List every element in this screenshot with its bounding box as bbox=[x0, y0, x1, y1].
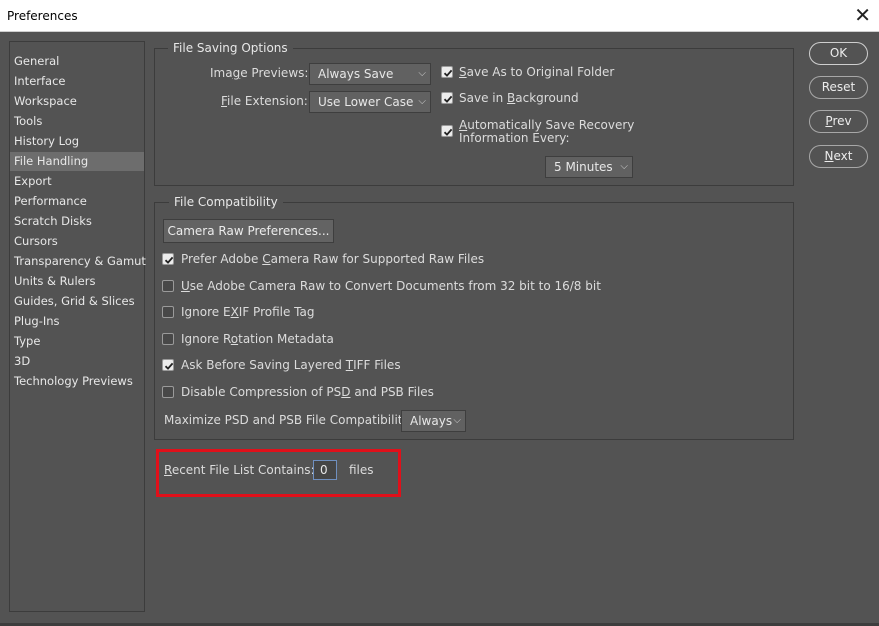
sidebar-item-interface[interactable]: Interface bbox=[10, 72, 144, 91]
sidebar-item-performance[interactable]: Performance bbox=[10, 192, 144, 211]
disable-compression-label[interactable]: Disable Compression of PSD and PSB Files bbox=[181, 385, 434, 399]
ask-before-saving-tiff-label[interactable]: Ask Before Saving Layered TIFF Files bbox=[181, 358, 401, 372]
recent-files-suffix: files bbox=[349, 463, 374, 477]
sidebar-item-3d[interactable]: 3D bbox=[10, 352, 144, 371]
ignore-rotation-label[interactable]: Ignore Rotation Metadata bbox=[181, 332, 334, 346]
sidebar-item-workspace[interactable]: Workspace bbox=[10, 92, 144, 111]
maximize-compatibility-label: Maximize PSD and PSB File Compatibility: bbox=[164, 413, 413, 427]
use-camera-raw-convert-checkbox[interactable] bbox=[162, 280, 174, 292]
chevron-down-icon: ⌵ bbox=[418, 96, 426, 107]
sidebar-item-technology-previews[interactable]: Technology Previews bbox=[10, 372, 144, 391]
disable-compression-checkbox[interactable] bbox=[162, 386, 174, 398]
prefer-camera-raw-checkbox[interactable] bbox=[162, 253, 174, 265]
sidebar-item-cursors[interactable]: Cursors bbox=[10, 232, 144, 251]
prefer-camera-raw-label[interactable]: Prefer Adobe Camera Raw for Supported Ra… bbox=[181, 252, 484, 266]
maximize-compatibility-dropdown[interactable]: Always ⌵ bbox=[401, 410, 466, 432]
sidebar-item-plug-ins[interactable]: Plug-Ins bbox=[10, 312, 144, 331]
file-extension-label: File Extension: bbox=[221, 94, 308, 108]
preferences-sidebar: General Interface Workspace Tools Histor… bbox=[9, 41, 146, 612]
recent-file-list-label: Recent File List Contains: bbox=[164, 463, 315, 477]
checkmark-icon bbox=[443, 95, 453, 103]
ask-before-saving-tiff-checkbox[interactable] bbox=[162, 359, 174, 371]
checkmark-icon bbox=[164, 256, 174, 264]
chevron-down-icon: ⌵ bbox=[620, 161, 628, 172]
sidebar-item-history-log[interactable]: History Log bbox=[10, 132, 144, 151]
sidebar-item-guides-grid-slices[interactable]: Guides, Grid & Slices bbox=[10, 292, 144, 311]
image-previews-label: Image Previews: bbox=[210, 66, 309, 80]
auto-save-recovery-label[interactable]: Automatically Save Recovery bbox=[459, 118, 634, 132]
prev-button[interactable]: Prev bbox=[809, 110, 868, 133]
use-camera-raw-convert-label[interactable]: Use Adobe Camera Raw to Convert Document… bbox=[181, 279, 601, 293]
window-title: Preferences bbox=[7, 9, 78, 23]
ignore-exif-label[interactable]: Ignore EXIF Profile Tag bbox=[181, 305, 315, 319]
file-saving-options-title: File Saving Options bbox=[168, 41, 293, 55]
checkmark-icon bbox=[164, 362, 174, 370]
auto-save-recovery-label-line2: Information Every: bbox=[459, 131, 570, 145]
camera-raw-preferences-button[interactable]: Camera Raw Preferences... bbox=[163, 219, 334, 243]
dialog-body: General Interface Workspace Tools Histor… bbox=[0, 32, 879, 626]
save-as-original-label[interactable]: Save As to Original Folder bbox=[459, 65, 614, 79]
sidebar-item-transparency-gamut[interactable]: Transparency & Gamut bbox=[10, 252, 146, 271]
sidebar-item-tools[interactable]: Tools bbox=[10, 112, 144, 131]
sidebar-item-general[interactable]: General bbox=[10, 52, 144, 71]
auto-save-recovery-checkbox[interactable] bbox=[441, 125, 453, 137]
ok-button[interactable]: OK bbox=[809, 42, 868, 65]
save-in-background-label[interactable]: Save in Background bbox=[459, 91, 579, 105]
sidebar-item-file-handling[interactable]: File Handling bbox=[10, 152, 144, 171]
image-previews-dropdown[interactable]: Always Save ⌵ bbox=[309, 63, 431, 85]
sidebar-item-units-rulers[interactable]: Units & Rulers bbox=[10, 272, 144, 291]
auto-save-interval-dropdown[interactable]: 5 Minutes ⌵ bbox=[545, 156, 633, 178]
sidebar-item-scratch-disks[interactable]: Scratch Disks bbox=[10, 212, 144, 231]
file-extension-dropdown[interactable]: Use Lower Case ⌵ bbox=[309, 91, 431, 113]
reset-button[interactable]: Reset bbox=[809, 76, 868, 99]
file-compatibility-title: File Compatibility bbox=[169, 195, 283, 209]
ignore-rotation-checkbox[interactable] bbox=[162, 333, 174, 345]
chevron-down-icon: ⌵ bbox=[418, 68, 426, 79]
next-button[interactable]: Next bbox=[809, 145, 868, 168]
close-icon[interactable]: ✕ bbox=[854, 3, 871, 27]
chevron-down-icon: ⌵ bbox=[453, 415, 461, 426]
save-in-background-checkbox[interactable] bbox=[441, 92, 453, 104]
sidebar-item-type[interactable]: Type bbox=[10, 332, 144, 351]
title-bar: Preferences ✕ bbox=[0, 0, 879, 32]
ignore-exif-checkbox[interactable] bbox=[162, 306, 174, 318]
checkmark-icon bbox=[443, 128, 453, 136]
checkmark-icon bbox=[443, 69, 453, 77]
sidebar-item-export[interactable]: Export bbox=[10, 172, 144, 191]
recent-file-count-input[interactable]: 0 bbox=[313, 460, 337, 480]
save-as-original-checkbox[interactable] bbox=[441, 66, 453, 78]
